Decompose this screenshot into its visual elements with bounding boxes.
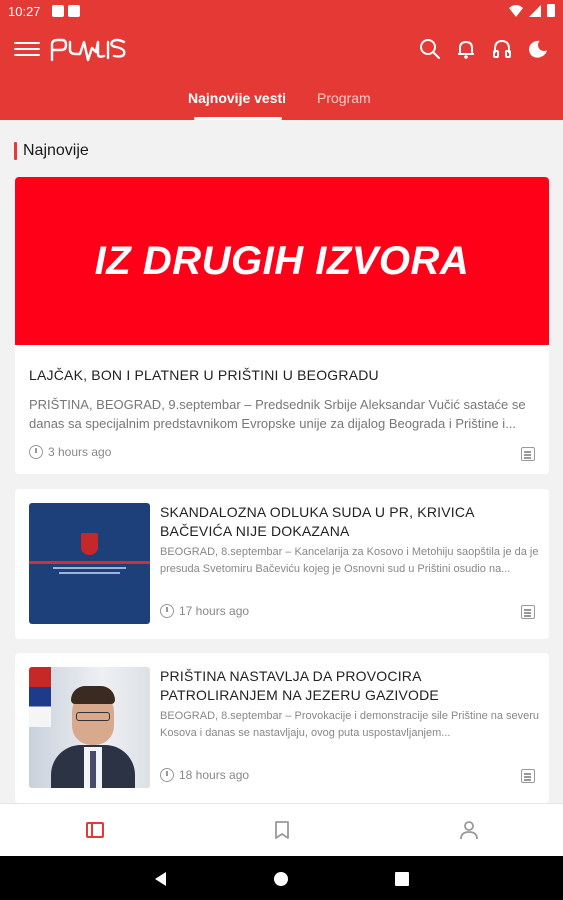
article-read-icon[interactable] (521, 605, 535, 619)
news-feed-icon[interactable] (83, 818, 107, 842)
person-tie (90, 751, 96, 788)
recents-icon[interactable] (393, 870, 411, 888)
system-navigation-bar (0, 856, 563, 900)
article-thumbnail (29, 503, 150, 624)
article-meta: 17 hours ago (160, 604, 249, 618)
section-accent-bar (14, 142, 17, 160)
article-excerpt: PRIŠTINA, BEOGRAD, 9.septembar – Predsed… (29, 397, 526, 431)
article-time: 18 hours ago (179, 768, 250, 782)
featured-image-caption: IZ DRUGIH IZVORA (94, 238, 470, 283)
article-title: SKANDALOZNA ODLUKA SUDA U PR, KRIVICA BA… (160, 504, 474, 539)
section-title: Najnovije (23, 142, 89, 159)
article-card[interactable]: PRIŠTINA NASTAVLJA DA PROVOCIRA PATROLIR… (15, 653, 549, 803)
app-notification-icon (52, 5, 64, 17)
article-title: PRIŠTINA NASTAVLJA DA PROVOCIRA PATROLIR… (160, 668, 439, 703)
article-time: 17 hours ago (179, 604, 250, 618)
profile-icon[interactable] (457, 818, 481, 842)
battery-icon (547, 4, 555, 17)
menu-icon-line (14, 54, 40, 56)
menu-icon-line (14, 42, 40, 44)
dark-mode-icon[interactable] (527, 38, 549, 60)
article-meta: 18 hours ago (160, 768, 249, 782)
tab-program[interactable]: Program (317, 90, 371, 106)
menu-icon-line (14, 48, 40, 50)
article-excerpt: BEOGRAD, 8.septembar – Provokacije i dem… (160, 710, 540, 739)
notification-icons (52, 5, 80, 17)
bottom-navigation (0, 803, 563, 856)
article-time: 3 hours ago (48, 445, 112, 459)
bookmark-icon[interactable] (270, 818, 294, 842)
coat-of-arms-icon (81, 533, 98, 555)
article-read-icon[interactable] (521, 447, 535, 461)
news-feed[interactable]: Najnovije IZ DRUGIH IZVORA LAJČAK, BON I… (0, 120, 563, 803)
status-time: 10:27 (8, 4, 41, 19)
signal-icon (529, 4, 541, 17)
bell-icon[interactable] (455, 38, 477, 60)
thumbnail-stripe (29, 561, 150, 564)
clock-icon (29, 445, 43, 459)
search-icon[interactable] (419, 38, 441, 60)
featured-article-card[interactable]: IZ DRUGIH IZVORA LAJČAK, BON I PLATNER U… (15, 177, 549, 474)
thumbnail-text-line (53, 567, 126, 569)
clock-icon (160, 604, 174, 618)
clock-icon (160, 768, 174, 782)
app-bar: Najnovije vesti Program (0, 24, 563, 120)
status-bar: 10:27 (0, 0, 563, 24)
article-card[interactable]: SKANDALOZNA ODLUKA SUDA U PR, KRIVICA BA… (15, 489, 549, 639)
article-read-icon[interactable] (521, 769, 535, 783)
puls-logo (50, 38, 126, 62)
person-glasses (76, 712, 110, 721)
wifi-icon (509, 4, 523, 17)
article-meta: 3 hours ago (29, 445, 111, 459)
back-icon[interactable] (152, 870, 170, 888)
article-title: LAJČAK, BON I PLATNER U PRIŠTINI U BEOGR… (29, 367, 379, 383)
article-thumbnail (29, 667, 150, 788)
person-hair (71, 686, 115, 704)
tab-najnovije-vesti[interactable]: Najnovije vesti (188, 90, 286, 106)
sd-card-icon (68, 5, 80, 17)
flag-icon (29, 667, 51, 727)
tab-bar: Najnovije vesti Program (0, 84, 563, 120)
article-excerpt: BEOGRAD, 8.septembar – Kancelarija za Ko… (160, 546, 539, 575)
headphones-icon[interactable] (491, 38, 513, 60)
thumbnail-text-line (59, 572, 120, 574)
featured-article-image: IZ DRUGIH IZVORA (15, 177, 549, 345)
section-header: Najnovije (14, 142, 89, 160)
home-icon[interactable] (272, 870, 290, 888)
menu-button[interactable] (14, 39, 40, 61)
